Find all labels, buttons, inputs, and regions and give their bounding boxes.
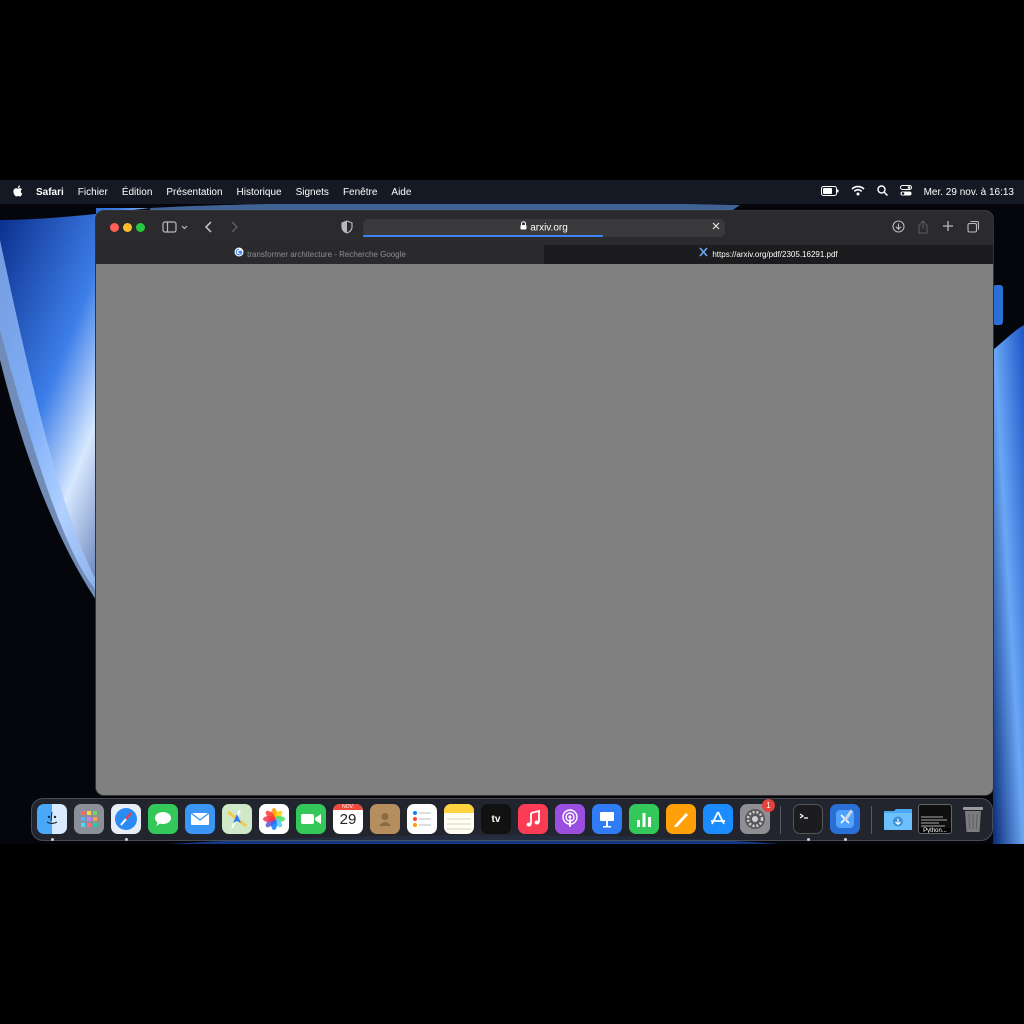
downloads-folder-icon[interactable] bbox=[883, 804, 913, 834]
trash-icon[interactable] bbox=[958, 804, 988, 834]
python-window-thumbnail[interactable]: Python... bbox=[918, 804, 952, 834]
sidebar-toggle-icon[interactable] bbox=[162, 220, 188, 238]
menu-fenetre[interactable]: Fenêtre bbox=[336, 187, 384, 198]
safari-window: arxiv.org transformer architecture - Rec… bbox=[96, 211, 993, 795]
dock-separator bbox=[780, 806, 781, 834]
python-window-label: Python... bbox=[919, 828, 951, 833]
zoom-window-button[interactable] bbox=[136, 223, 145, 232]
google-favicon-icon bbox=[234, 245, 244, 264]
arxiv-favicon-icon bbox=[699, 245, 708, 264]
close-window-button[interactable] bbox=[110, 223, 119, 232]
safari-running-indicator bbox=[125, 838, 128, 841]
page-content-area[interactable] bbox=[96, 264, 993, 795]
terminal-running-indicator bbox=[807, 838, 810, 841]
stop-loading-icon[interactable] bbox=[712, 219, 720, 237]
reminders-icon[interactable] bbox=[407, 804, 437, 834]
share-icon[interactable] bbox=[917, 220, 929, 238]
control-center-icon[interactable] bbox=[899, 185, 912, 199]
launchpad-icon[interactable] bbox=[74, 804, 104, 834]
wifi-icon[interactable] bbox=[850, 185, 865, 199]
back-button-icon[interactable] bbox=[204, 220, 214, 238]
new-tab-icon[interactable] bbox=[942, 220, 954, 236]
browser-toolbar: arxiv.org bbox=[96, 211, 993, 245]
menu-bar-clock[interactable]: Mer. 29 nov. à 16:13 bbox=[924, 187, 1014, 198]
menu-historique[interactable]: Historique bbox=[230, 187, 289, 198]
calendar-day: 29 bbox=[339, 811, 357, 828]
apple-tv-label: tv bbox=[491, 813, 501, 825]
music-icon[interactable] bbox=[518, 804, 548, 834]
dock-separator bbox=[871, 806, 872, 834]
messages-icon[interactable] bbox=[148, 804, 178, 834]
tab-label: transformer architecture - Recherche Goo… bbox=[247, 250, 406, 259]
tab-arxiv-pdf[interactable]: https://arxiv.org/pdf/2305.16291.pdf bbox=[544, 245, 993, 264]
address-text: arxiv.org bbox=[530, 222, 568, 234]
xcode-running-indicator bbox=[844, 838, 847, 841]
keynote-icon[interactable] bbox=[592, 804, 622, 834]
photos-icon[interactable] bbox=[259, 804, 289, 834]
pages-icon[interactable] bbox=[666, 804, 696, 834]
menu-bar: Safari Fichier Édition Présentation Hist… bbox=[0, 180, 1024, 204]
finder-running-indicator bbox=[51, 838, 54, 841]
spotlight-search-icon[interactable] bbox=[876, 185, 888, 199]
privacy-shield-icon[interactable] bbox=[341, 220, 353, 238]
address-bar[interactable]: arxiv.org bbox=[363, 219, 725, 237]
menu-presentation[interactable]: Présentation bbox=[159, 187, 229, 198]
apple-menu-icon[interactable] bbox=[0, 185, 29, 200]
facetime-icon[interactable] bbox=[296, 804, 326, 834]
minimize-window-button[interactable] bbox=[123, 223, 132, 232]
notes-icon[interactable] bbox=[444, 804, 474, 834]
menu-signets[interactable]: Signets bbox=[289, 187, 336, 198]
tab-overview-icon[interactable] bbox=[967, 220, 980, 237]
menu-aide[interactable]: Aide bbox=[384, 187, 418, 198]
safari-icon[interactable] bbox=[111, 804, 141, 834]
menu-app-name[interactable]: Safari bbox=[29, 187, 71, 198]
downloads-icon[interactable] bbox=[892, 220, 905, 237]
menu-edition[interactable]: Édition bbox=[115, 187, 160, 198]
finder-icon[interactable] bbox=[37, 804, 67, 834]
tab-label: https://arxiv.org/pdf/2305.16291.pdf bbox=[712, 250, 838, 259]
menu-fichier[interactable]: Fichier bbox=[71, 187, 115, 198]
calendar-icon[interactable]: NOV. 29 bbox=[333, 804, 363, 834]
numbers-icon[interactable] bbox=[629, 804, 659, 834]
terminal-icon[interactable] bbox=[793, 804, 823, 834]
dock: NOV. 29 tv 1 Python... bbox=[31, 798, 993, 841]
desktop: Safari Fichier Édition Présentation Hist… bbox=[0, 180, 1024, 844]
tab-bar: transformer architecture - Recherche Goo… bbox=[96, 245, 993, 264]
tab-google-search[interactable]: transformer architecture - Recherche Goo… bbox=[96, 245, 544, 264]
podcasts-icon[interactable] bbox=[555, 804, 585, 834]
maps-icon[interactable] bbox=[222, 804, 252, 834]
apple-tv-icon[interactable]: tv bbox=[481, 804, 511, 834]
mail-icon[interactable] bbox=[185, 804, 215, 834]
forward-button-icon[interactable] bbox=[229, 220, 239, 238]
contacts-icon[interactable] bbox=[370, 804, 400, 834]
app-store-icon[interactable] bbox=[703, 804, 733, 834]
xcode-icon[interactable] bbox=[830, 804, 860, 834]
battery-icon[interactable] bbox=[820, 185, 839, 199]
notification-badge: 1 bbox=[762, 799, 775, 812]
system-settings-icon[interactable]: 1 bbox=[740, 799, 775, 834]
page-load-progress bbox=[363, 235, 603, 237]
